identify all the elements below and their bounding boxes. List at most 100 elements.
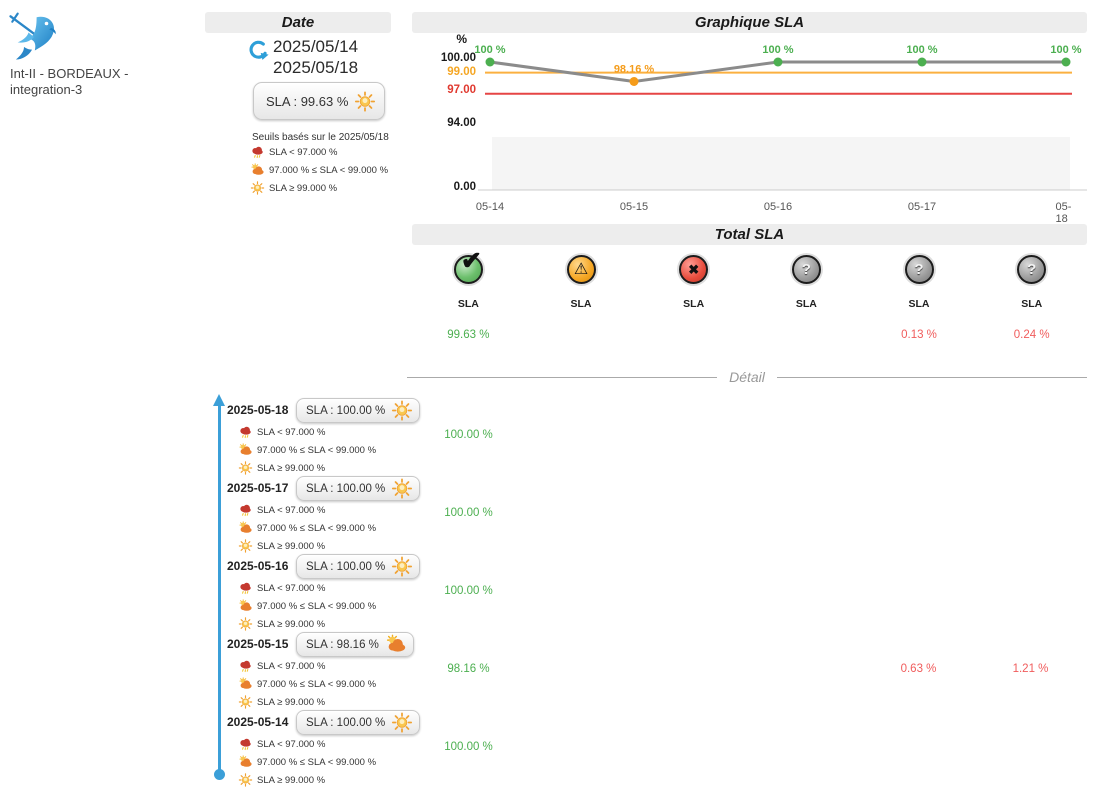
app-title-line1: Int-II - BORDEAUX - bbox=[10, 66, 180, 82]
success-icon: ✔ bbox=[454, 255, 483, 284]
total-column-unknown-3: ? SLA 0.24 % bbox=[975, 255, 1088, 341]
detail-col5-value: 0.63 % bbox=[862, 663, 975, 675]
detail-sla-value: 98.16 % bbox=[412, 663, 525, 675]
storm-icon bbox=[238, 503, 253, 517]
refresh-icon[interactable] bbox=[248, 39, 269, 69]
app-title: Int-II - BORDEAUX - integration-3 bbox=[10, 66, 180, 98]
question-icon: ? bbox=[792, 255, 821, 284]
threshold-legend: SLA < 97.000 % 97.000 % ≤ SLA < 99.000 %… bbox=[250, 145, 388, 199]
question-icon: ? bbox=[1017, 255, 1046, 284]
sun-cloud-icon bbox=[238, 521, 253, 535]
detail-sla-value: 100.00 % bbox=[412, 585, 525, 597]
detail-sla-value: 100.00 % bbox=[412, 507, 525, 519]
total-column-ok: ✔ SLA 99.63 % bbox=[412, 255, 525, 341]
detail-sla-badge: SLA : 100.00 % bbox=[296, 398, 420, 423]
total-column-warning: ⚠ SLA bbox=[525, 255, 638, 341]
threshold-mid: 97.000 % ≤ SLA < 99.000 % bbox=[250, 163, 388, 177]
detail-row: 2025-05-17 SLA : 100.00 % SLA < 97.000 %… bbox=[0, 476, 1100, 554]
threshold-legend: SLA < 97.000 % 97.000 % ≤ SLA < 99.000 %… bbox=[238, 737, 376, 791]
storm-icon bbox=[238, 581, 253, 595]
detail-sla-badge: SLA : 100.00 % bbox=[296, 476, 420, 501]
threshold-legend: SLA < 97.000 % 97.000 % ≤ SLA < 99.000 %… bbox=[238, 503, 376, 557]
detail-sla-badge: SLA : 100.00 % bbox=[296, 710, 420, 735]
sun-icon bbox=[354, 91, 376, 112]
sun-cloud-icon bbox=[238, 599, 253, 613]
detail-sla-badge: SLA : 100.00 % bbox=[296, 554, 420, 579]
detail-sla-badge: SLA : 98.16 % bbox=[296, 632, 414, 657]
detail-row: 2025-05-16 SLA : 100.00 % SLA < 97.000 %… bbox=[0, 554, 1100, 632]
threshold-legend: SLA < 97.000 % 97.000 % ≤ SLA < 99.000 %… bbox=[238, 581, 376, 635]
total-sla-value: 99.63 % bbox=[447, 329, 489, 341]
sla-summary-badge: SLA : 99.63 % bbox=[253, 82, 385, 120]
sun-icon bbox=[238, 461, 253, 475]
detail-row: 2025-05-14 SLA : 100.00 % SLA < 97.000 %… bbox=[0, 710, 1100, 788]
threshold-high: SLA ≥ 99.000 % bbox=[250, 181, 388, 195]
sun-icon bbox=[391, 556, 413, 577]
x-tick: 05-18 bbox=[1056, 201, 1077, 225]
sun-icon bbox=[391, 478, 413, 499]
chart-header: Graphique SLA bbox=[412, 12, 1087, 33]
total-unavailable-value: 0.24 % bbox=[1014, 329, 1050, 341]
total-column-unknown-2: ? SLA 0.13 % bbox=[863, 255, 976, 341]
sla-report-page: Int-II - BORDEAUX - integration-3 Date 2… bbox=[0, 0, 1100, 800]
sun-icon bbox=[250, 181, 265, 195]
sun-icon bbox=[238, 539, 253, 553]
detail-col6-value: 1.21 % bbox=[974, 663, 1087, 675]
svg-text:100 %: 100 % bbox=[906, 44, 937, 56]
detail-date: 2025-05-17 bbox=[227, 481, 288, 495]
error-icon: ✖ bbox=[679, 255, 708, 284]
date-panel-header: Date bbox=[205, 12, 391, 33]
sun-icon bbox=[391, 400, 413, 421]
svg-text:100 %: 100 % bbox=[1050, 44, 1081, 56]
detail-row: 2025-05-15 SLA : 98.16 % SLA < 97.000 % … bbox=[0, 632, 1100, 710]
x-tick: 05-15 bbox=[620, 201, 648, 213]
detail-title: Détail bbox=[729, 369, 765, 385]
x-tick: 05-16 bbox=[764, 201, 792, 213]
threshold-legend: SLA < 97.000 % 97.000 % ≤ SLA < 99.000 %… bbox=[238, 425, 376, 479]
sla-summary-value: SLA : 99.63 % bbox=[266, 94, 348, 109]
storm-icon bbox=[238, 659, 253, 673]
sun-cloud-icon bbox=[385, 634, 407, 655]
threshold-legend: SLA < 97.000 % 97.000 % ≤ SLA < 99.000 %… bbox=[238, 659, 376, 713]
sun-icon bbox=[238, 695, 253, 709]
total-column-error: ✖ SLA bbox=[637, 255, 750, 341]
detail-date: 2025-05-16 bbox=[227, 559, 288, 573]
sun-icon bbox=[238, 617, 253, 631]
x-tick: 05-14 bbox=[476, 201, 504, 213]
date-from[interactable]: 2025/05/14 bbox=[273, 36, 358, 57]
storm-icon bbox=[238, 737, 253, 751]
detail-sla-value: 100.00 % bbox=[412, 429, 525, 441]
seuils-note: Seuils basés sur le 2025/05/18 bbox=[252, 132, 389, 143]
total-column-unknown-1: ? SLA bbox=[750, 255, 863, 341]
question-icon: ? bbox=[905, 255, 934, 284]
storm-icon bbox=[238, 425, 253, 439]
dolphin-logo-icon bbox=[6, 10, 60, 69]
divider-line bbox=[777, 377, 1087, 378]
chart-x-ticks: 05-1405-1505-1605-1705-18 bbox=[412, 201, 1087, 215]
detail-sla-value: 100.00 % bbox=[412, 741, 525, 753]
svg-text:98.16 %: 98.16 % bbox=[614, 64, 655, 76]
sla-line-chart: 100 % 98.16 % 100 % 100 % 100 % bbox=[412, 40, 1087, 200]
warning-icon: ⚠ bbox=[567, 255, 596, 284]
sun-cloud-icon bbox=[238, 443, 253, 457]
total-sla-header: Total SLA bbox=[412, 224, 1087, 245]
sun-icon bbox=[238, 773, 253, 787]
threshold-low: SLA < 97.000 % bbox=[250, 145, 388, 159]
svg-text:100 %: 100 % bbox=[474, 44, 505, 56]
total-degraded-value: 0.13 % bbox=[901, 329, 937, 341]
sun-cloud-icon bbox=[238, 677, 253, 691]
svg-text:100 %: 100 % bbox=[762, 44, 793, 56]
detail-section-header: Détail bbox=[407, 369, 1087, 385]
storm-icon bbox=[250, 145, 265, 159]
sun-cloud-icon bbox=[250, 163, 265, 177]
sun-cloud-icon bbox=[238, 755, 253, 769]
date-to[interactable]: 2025/05/18 bbox=[273, 57, 358, 78]
divider-line bbox=[407, 377, 717, 378]
detail-date: 2025-05-15 bbox=[227, 637, 288, 651]
sun-icon bbox=[391, 712, 413, 733]
detail-row: 2025-05-18 SLA : 100.00 % SLA < 97.000 %… bbox=[0, 398, 1100, 476]
detail-date: 2025-05-18 bbox=[227, 403, 288, 417]
date-range[interactable]: 2025/05/14 2025/05/18 bbox=[273, 36, 358, 78]
app-title-line2: integration-3 bbox=[10, 82, 180, 98]
x-tick: 05-17 bbox=[908, 201, 936, 213]
